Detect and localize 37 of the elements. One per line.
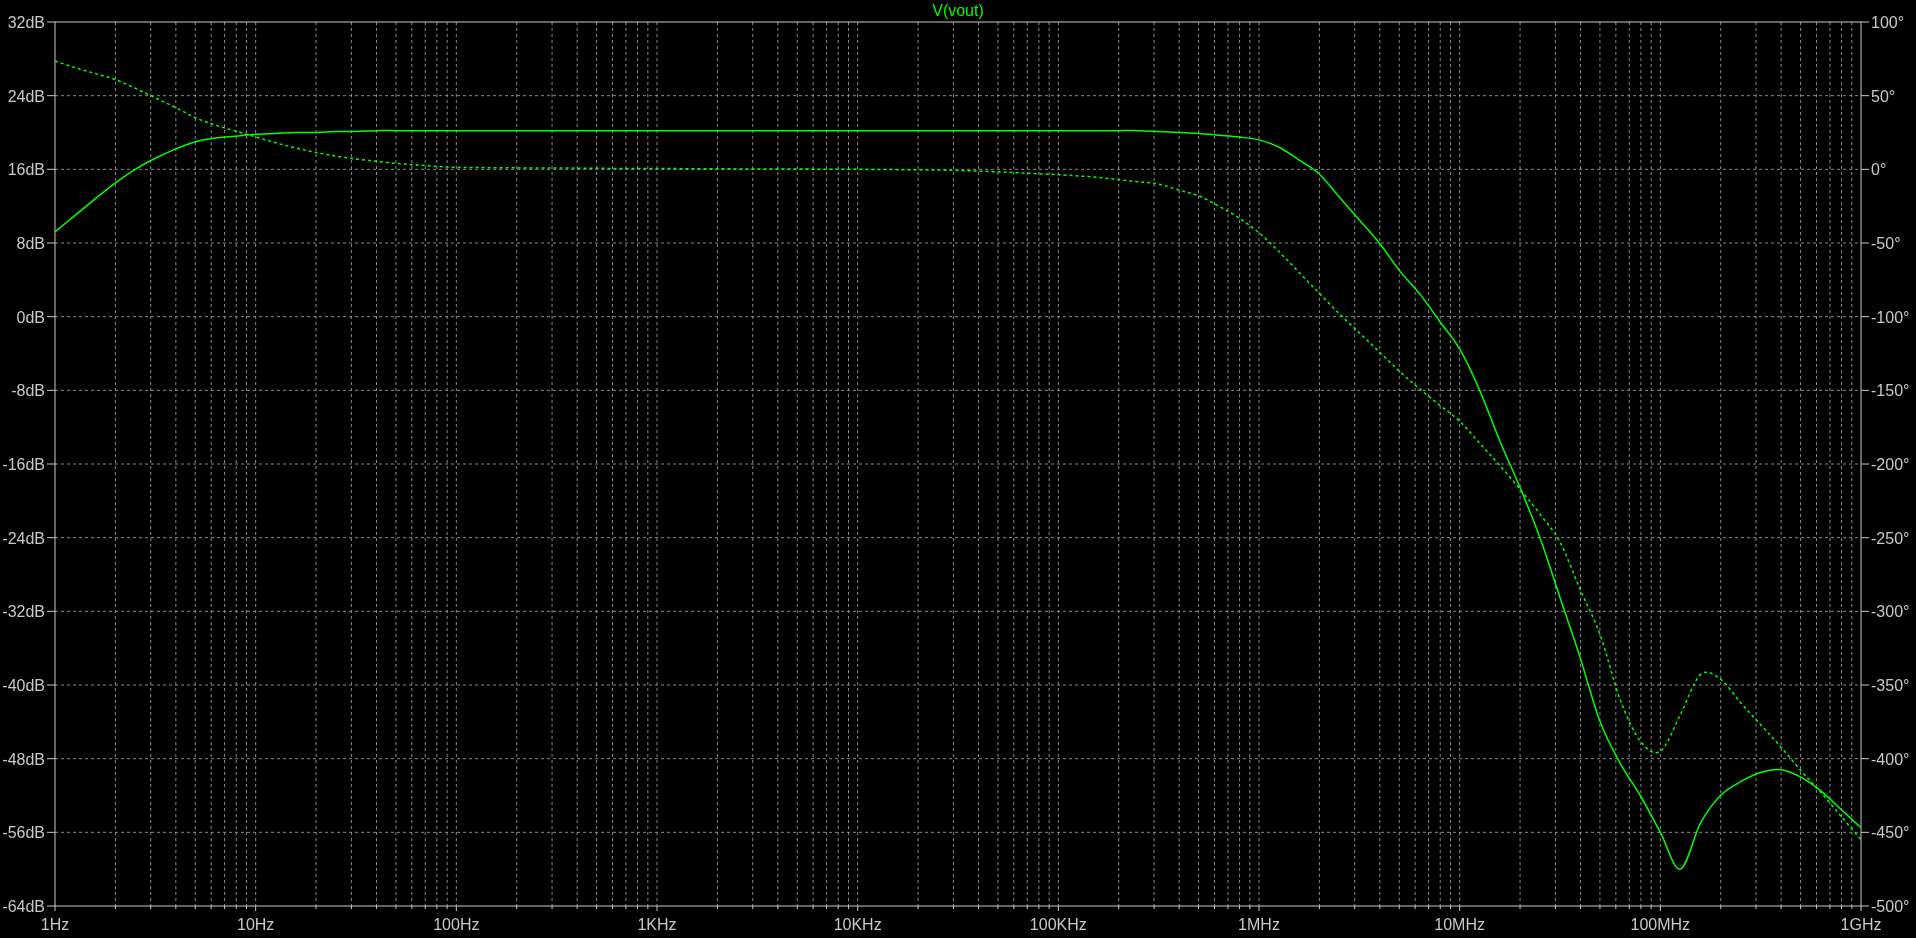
axis-label: 50° [1871, 87, 1896, 105]
axis-label: -56dB [2, 824, 45, 842]
axis-label: 100° [1871, 14, 1905, 31]
trace-label: V(vout) [932, 2, 984, 19]
axis-label: 0dB [16, 308, 45, 326]
axis-label: 1GHz [1840, 916, 1882, 933]
axis-label: -50° [1871, 235, 1901, 252]
axis-label: 1KHz [637, 916, 677, 933]
axis-label: -500° [1871, 898, 1910, 915]
axis-label: -400° [1871, 750, 1910, 768]
axis-label: 1Hz [40, 916, 70, 933]
axis-label: -32dB [2, 603, 45, 621]
axis-label: -200° [1871, 456, 1910, 473]
axis-label: -300° [1871, 603, 1910, 621]
axis-label: -8dB [11, 382, 45, 400]
axis-label: 32dB [7, 14, 45, 31]
axis-label: -40dB [2, 677, 45, 694]
axis-label: -16dB [2, 456, 45, 473]
axis-label: 1MHz [1238, 916, 1280, 933]
axis-label: 100KHz [1029, 916, 1087, 933]
axis-label: -450° [1871, 824, 1910, 842]
axis-label: 10KHz [833, 916, 882, 933]
axis-label: -64dB [2, 898, 45, 915]
axis-label: -24dB [2, 529, 45, 547]
axis-label: -48dB [2, 750, 45, 768]
axis-label: 8dB [16, 235, 45, 252]
axis-label: -350° [1871, 677, 1910, 694]
axis-label: 10Hz [237, 916, 275, 933]
axis-label: 10MHz [1434, 916, 1485, 933]
axis-label: 24dB [7, 87, 45, 105]
axis-label: 0° [1871, 161, 1887, 179]
axis-label: -150° [1871, 382, 1910, 400]
axis-label: 100MHz [1630, 916, 1691, 933]
axis-label: 16dB [7, 161, 45, 179]
axis-label: -250° [1871, 529, 1910, 547]
axis-label: -100° [1871, 308, 1910, 326]
axis-label: 100Hz [433, 916, 480, 933]
